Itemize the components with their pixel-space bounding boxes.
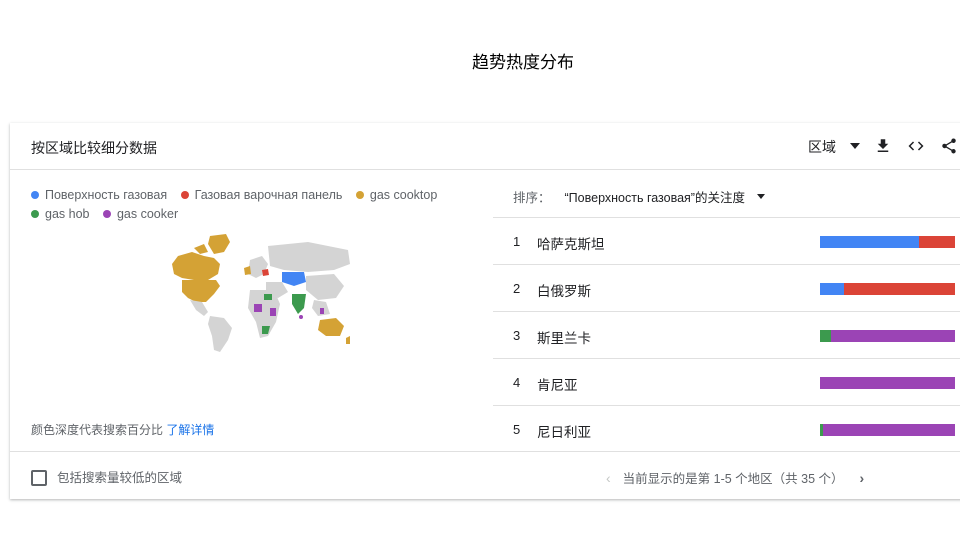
share-segment: [820, 330, 831, 342]
share-segment: [820, 377, 955, 389]
region-share-bar: [820, 424, 955, 436]
legend-label: gas hob: [45, 207, 90, 221]
sort-label: 排序：: [513, 191, 551, 205]
region-share-bar: [820, 377, 955, 389]
share-segment: [820, 236, 919, 248]
map-region-india[interactable]: [292, 294, 306, 314]
chevron-right-icon[interactable]: ›: [860, 470, 865, 486]
legend-label: Поверхность газовая: [45, 188, 168, 202]
learn-more-link[interactable]: 了解详情: [166, 423, 214, 437]
dropdown-arrow-icon: [850, 143, 860, 150]
map-region-philippines[interactable]: [320, 308, 324, 314]
sort-control[interactable]: 排序： “Поверхность газовая”的关注度: [513, 187, 765, 206]
share-segment: [830, 330, 955, 342]
checkbox-icon[interactable]: [31, 469, 47, 486]
download-icon[interactable]: [874, 137, 892, 155]
region-select-label: 区域: [808, 139, 836, 155]
map-region-greenland[interactable]: [208, 234, 230, 254]
region-rank: 2: [513, 281, 521, 296]
card-header: 按区域比较细分数据 区域: [10, 123, 960, 170]
pagination: ‹ 当前显示的是第 1-5 个地区（共 35 个） ›: [606, 468, 864, 487]
legend-item: gas cooktop: [355, 186, 438, 205]
map-region-china[interactable]: [306, 274, 344, 300]
footer-divider: [10, 451, 960, 452]
legend-dot-icon: [180, 190, 189, 199]
region-row[interactable]: 4 肯尼亚: [493, 358, 960, 405]
legend-dot-icon: [31, 190, 39, 199]
low-volume-checkbox[interactable]: 包括搜索量较低的区域: [31, 467, 182, 487]
region-name[interactable]: 斯里兰卡: [537, 327, 591, 347]
share-icon[interactable]: [940, 137, 958, 155]
sort-dropdown-arrow-icon[interactable]: [756, 194, 765, 200]
region-row[interactable]: 2 白俄罗斯: [493, 264, 960, 311]
region-rank: 1: [513, 234, 521, 249]
embed-code-icon[interactable]: [907, 137, 925, 155]
region-share-bar: [820, 236, 955, 248]
region-name[interactable]: 肯尼亚: [537, 374, 578, 394]
map-region-canada[interactable]: [172, 252, 220, 280]
legend-dot-icon: [102, 209, 111, 218]
map-region-kazakhstan[interactable]: [282, 272, 306, 286]
region-share-bar: [820, 330, 955, 342]
map-region-mexico[interactable]: [190, 300, 208, 316]
map-region-belarus[interactable]: [262, 269, 269, 276]
region-breakdown-card: 按区域比较细分数据 区域 Поверхность газовая Газовая…: [10, 123, 960, 499]
page-title: 趋势热度分布: [472, 53, 574, 72]
share-segment: [844, 283, 955, 295]
region-name[interactable]: 哈萨克斯坦: [537, 233, 605, 253]
map-region-north-africa[interactable]: [264, 294, 272, 300]
region-row[interactable]: 1 哈萨克斯坦: [493, 217, 960, 264]
region-name[interactable]: 白俄罗斯: [537, 280, 591, 300]
legend-label: Газовая варочная панель: [194, 188, 343, 202]
region-share-bar: [820, 283, 955, 295]
legend-item: gas hob: [31, 205, 89, 224]
checkbox-label: 包括搜索量较低的区域: [57, 471, 183, 485]
world-map[interactable]: [158, 234, 353, 354]
sort-value[interactable]: “Поверхность газовая”的关注度: [565, 191, 745, 205]
region-rank: 4: [513, 375, 521, 390]
share-segment: [918, 236, 955, 248]
map-region-usa[interactable]: [182, 280, 220, 302]
map-region-russia[interactable]: [268, 242, 350, 272]
map-region-arctic[interactable]: [194, 244, 208, 254]
map-region-sri-lanka[interactable]: [299, 315, 303, 319]
region-row[interactable]: 5 尼日利亚: [493, 405, 960, 452]
region-row[interactable]: 3 斯里兰卡: [493, 311, 960, 358]
share-segment: [820, 283, 845, 295]
region-name[interactable]: 尼日利亚: [537, 421, 591, 441]
map-note: 颜色深度代表搜索百分比 了解详情: [31, 421, 214, 438]
map-region-new-zealand[interactable]: [346, 336, 350, 344]
map-region-nigeria[interactable]: [254, 304, 262, 312]
region-list: 1 哈萨克斯坦 2 白俄罗斯 3 斯里兰卡 4 肯尼亚 5 尼日利亚: [493, 217, 960, 452]
legend-label: gas cooktop: [369, 188, 438, 202]
pagination-text: 当前显示的是第 1-5 个地区（共 35 个）: [622, 472, 844, 486]
legend-item: Газовая варочная панель: [180, 186, 343, 205]
map-region-uk[interactable]: [244, 266, 251, 275]
share-segment: [822, 424, 955, 436]
card-title: 按区域比较细分数据: [31, 140, 157, 156]
legend-item: Поверхность газовая: [31, 186, 167, 205]
map-region-kenya[interactable]: [270, 308, 276, 316]
map-region-australia[interactable]: [318, 318, 344, 336]
chevron-left-icon[interactable]: ‹: [606, 470, 611, 486]
map-region-south-america[interactable]: [208, 316, 232, 352]
region-rank: 5: [513, 422, 521, 437]
legend-dot-icon: [355, 190, 364, 199]
region-rank: 3: [513, 328, 521, 343]
legend: Поверхность газовая Газовая варочная пан…: [31, 186, 471, 224]
legend-dot-icon: [31, 209, 39, 218]
map-note-text: 颜色深度代表搜索百分比: [31, 423, 164, 437]
legend-label: gas cooker: [116, 207, 179, 221]
legend-item: gas cooker: [102, 205, 179, 224]
region-select-dropdown[interactable]: 区域: [808, 137, 860, 157]
